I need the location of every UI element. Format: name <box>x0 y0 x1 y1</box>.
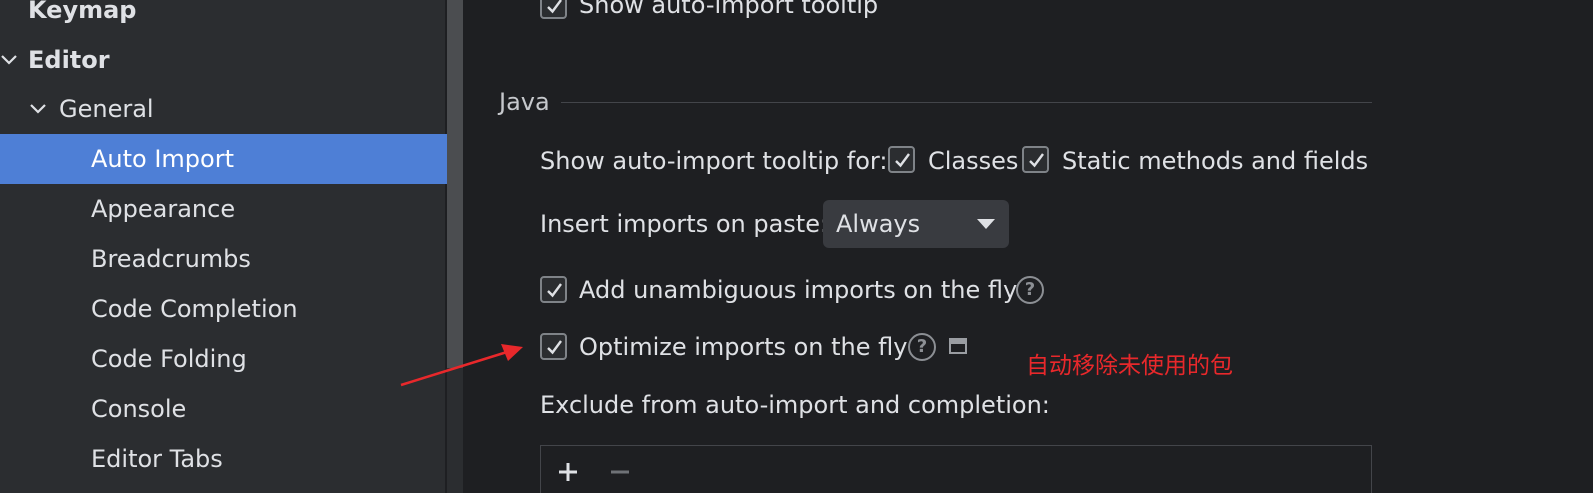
optimize-imports-label: Optimize imports on the fly <box>579 333 908 361</box>
chevron-down-icon[interactable] <box>0 35 24 85</box>
tree-item-breadcrumbs[interactable]: Breadcrumbs <box>0 234 465 284</box>
java-group-title: Java <box>499 88 550 116</box>
tree-item-label: Auto Import <box>91 145 235 173</box>
dropdown-value: Always <box>836 210 921 238</box>
tree-item-auto-import[interactable]: Auto Import <box>0 134 465 184</box>
insert-on-paste-label: Insert imports on paste: <box>540 210 829 238</box>
tree-item-console[interactable]: Console <box>0 384 465 434</box>
annotation-text: 自动移除未使用的包 <box>1026 353 1233 379</box>
exclude-list[interactable] <box>540 445 1372 493</box>
tree-item-editor-tabs[interactable]: Editor Tabs <box>0 434 465 484</box>
annotation-arrow-icon <box>400 344 523 387</box>
chevron-down-icon[interactable] <box>29 84 53 134</box>
tree-item-label: Editor <box>28 46 110 74</box>
tree-item-label: Code Completion <box>91 295 298 323</box>
insert-on-paste-dropdown[interactable]: Always <box>823 200 1009 248</box>
tree-item-label: Editor Tabs <box>91 445 223 473</box>
tree-item-appearance[interactable]: Appearance <box>0 184 465 234</box>
static-methods-checkbox[interactable] <box>1022 146 1049 173</box>
tree-item-editor[interactable]: Editor <box>0 35 465 85</box>
add-unambiguous-checkbox[interactable] <box>540 276 567 303</box>
static-methods-label: Static methods and fields <box>1062 147 1369 175</box>
question-circle-icon[interactable]: ? <box>908 333 936 361</box>
tree-item-label: Keymap <box>28 0 137 24</box>
minus-icon[interactable] <box>605 457 635 487</box>
tree-item-code-completion[interactable]: Code Completion <box>0 284 465 334</box>
tree-item-label: Console <box>91 395 187 423</box>
tree-item-label: Breadcrumbs <box>91 245 251 273</box>
show-tooltip-label: Show auto-import tooltip <box>579 0 879 19</box>
group-separator <box>561 102 1372 103</box>
settings-sidebar: Keymap Editor General Auto Import Appear… <box>0 0 465 493</box>
tree-item-label: General <box>59 95 154 123</box>
add-unambiguous-label: Add unambiguous imports on the fly <box>579 276 1018 304</box>
tree-item-label: Code Folding <box>91 345 247 373</box>
question-circle-icon[interactable]: ? <box>1016 276 1044 304</box>
exclude-label: Exclude from auto-import and completion: <box>540 391 1050 419</box>
tree-item-label: Appearance <box>91 195 236 223</box>
plus-icon[interactable] <box>553 457 583 487</box>
classes-label: Classes <box>928 147 1019 175</box>
show-tooltip-checkbox[interactable] <box>540 0 567 19</box>
window-icon[interactable] <box>949 338 967 358</box>
tree-item-general[interactable]: General <box>0 84 465 134</box>
classes-checkbox[interactable] <box>888 146 915 173</box>
dropdown-arrow-icon <box>977 219 995 229</box>
sidebar-scrollbar-thumb[interactable] <box>447 0 463 368</box>
tree-item-keymap[interactable]: Keymap <box>0 0 465 35</box>
optimize-imports-checkbox[interactable] <box>540 333 567 360</box>
tooltip-for-label: Show auto-import tooltip for: <box>540 147 888 175</box>
